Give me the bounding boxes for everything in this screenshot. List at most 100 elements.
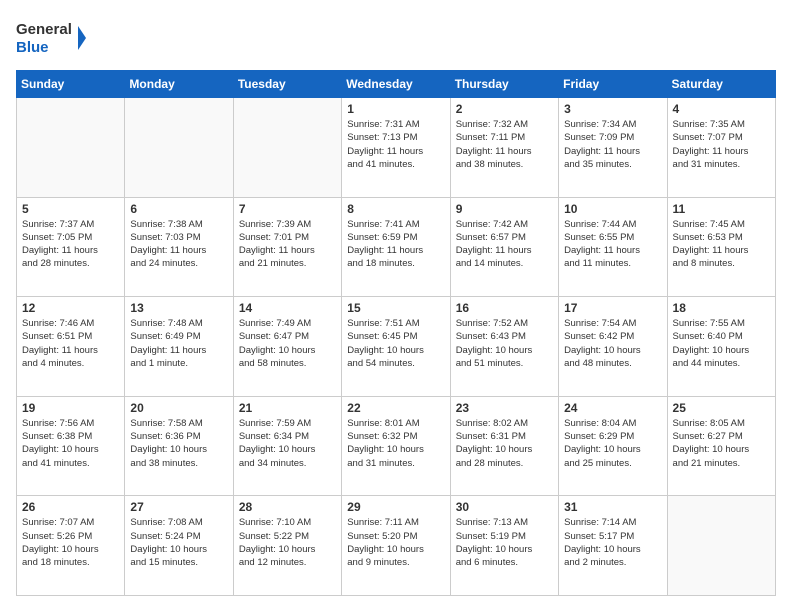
day-info: Sunrise: 7:45 AM Sunset: 6:53 PM Dayligh…	[673, 218, 770, 271]
calendar-cell: 18 Sunrise: 7:55 AM Sunset: 6:40 PM Dayli…	[667, 297, 775, 397]
day-info: Sunrise: 7:08 AM Sunset: 5:24 PM Dayligh…	[130, 516, 227, 569]
day-info: Sunrise: 7:58 AM Sunset: 6:36 PM Dayligh…	[130, 417, 227, 470]
day-info: Sunrise: 7:59 AM Sunset: 6:34 PM Dayligh…	[239, 417, 336, 470]
day-number: 8	[347, 202, 444, 216]
logo: General Blue	[16, 16, 86, 60]
day-info: Sunrise: 7:42 AM Sunset: 6:57 PM Dayligh…	[456, 218, 553, 271]
calendar-cell: 20Sunrise: 7:58 AM Sunset: 6:36 PM Dayli…	[125, 396, 233, 496]
weekday-header-monday: Monday	[125, 71, 233, 98]
calendar-cell: 21 Sunrise: 7:59 AM Sunset: 6:34 PM Dayli…	[233, 396, 341, 496]
day-info: Sunrise: 7:31 AM Sunset: 7:13 PM Dayligh…	[347, 118, 444, 171]
day-number: 5	[22, 202, 119, 216]
day-info: Sunrise: 7:10 AM Sunset: 5:22 PM Dayligh…	[239, 516, 336, 569]
calendar-cell	[233, 98, 341, 198]
day-info: Sunrise: 7:38 AM Sunset: 7:03 PM Dayligh…	[130, 218, 227, 271]
calendar-cell: 29Sunrise: 7:11 AM Sunset: 5:20 PM Dayli…	[342, 496, 450, 596]
weekday-header-tuesday: Tuesday	[233, 71, 341, 98]
calendar-cell	[17, 98, 125, 198]
day-number: 13	[130, 301, 227, 315]
svg-text:Blue: Blue	[16, 39, 49, 56]
calendar-cell: 22Sunrise: 8:01 AM Sunset: 6:32 PM Dayli…	[342, 396, 450, 496]
day-info: Sunrise: 8:02 AM Sunset: 6:31 PM Dayligh…	[456, 417, 553, 470]
day-info: Sunrise: 7:56 AM Sunset: 6:38 PM Dayligh…	[22, 417, 119, 470]
week-row-3: 12 Sunrise: 7:46 AM Sunset: 6:51 PM Dayli…	[17, 297, 776, 397]
calendar-cell: 26 Sunrise: 7:07 AM Sunset: 5:26 PM Dayli…	[17, 496, 125, 596]
calendar-cell: 16 Sunrise: 7:52 AM Sunset: 6:43 PM Dayli…	[450, 297, 558, 397]
day-number: 4	[673, 102, 770, 116]
day-info: Sunrise: 7:48 AM Sunset: 6:49 PM Dayligh…	[130, 317, 227, 370]
day-number: 30	[456, 500, 553, 514]
weekday-header-sunday: Sunday	[17, 71, 125, 98]
day-number: 27	[130, 500, 227, 514]
day-info: Sunrise: 7:32 AM Sunset: 7:11 PM Dayligh…	[456, 118, 553, 171]
week-row-2: 5 Sunrise: 7:37 AM Sunset: 7:05 PM Daylig…	[17, 197, 776, 297]
page: General Blue SundayMondayTuesdayWednesda…	[0, 0, 792, 612]
day-number: 29	[347, 500, 444, 514]
day-number: 17	[564, 301, 661, 315]
day-info: Sunrise: 7:51 AM Sunset: 6:45 PM Dayligh…	[347, 317, 444, 370]
day-number: 26	[22, 500, 119, 514]
calendar-cell: 23 Sunrise: 8:02 AM Sunset: 6:31 PM Dayli…	[450, 396, 558, 496]
day-info: Sunrise: 8:04 AM Sunset: 6:29 PM Dayligh…	[564, 417, 661, 470]
day-number: 21	[239, 401, 336, 415]
calendar-cell: 10 Sunrise: 7:44 AM Sunset: 6:55 PM Dayli…	[559, 197, 667, 297]
day-number: 9	[456, 202, 553, 216]
calendar-table: SundayMondayTuesdayWednesdayThursdayFrid…	[16, 70, 776, 596]
calendar-cell: 28 Sunrise: 7:10 AM Sunset: 5:22 PM Dayli…	[233, 496, 341, 596]
weekday-header-friday: Friday	[559, 71, 667, 98]
day-number: 10	[564, 202, 661, 216]
day-number: 11	[673, 202, 770, 216]
day-number: 6	[130, 202, 227, 216]
day-info: Sunrise: 7:44 AM Sunset: 6:55 PM Dayligh…	[564, 218, 661, 271]
calendar-cell: 8Sunrise: 7:41 AM Sunset: 6:59 PM Daylig…	[342, 197, 450, 297]
day-number: 25	[673, 401, 770, 415]
day-info: Sunrise: 7:13 AM Sunset: 5:19 PM Dayligh…	[456, 516, 553, 569]
day-info: Sunrise: 7:46 AM Sunset: 6:51 PM Dayligh…	[22, 317, 119, 370]
calendar-cell: 31 Sunrise: 7:14 AM Sunset: 5:17 PM Dayli…	[559, 496, 667, 596]
calendar-cell: 17 Sunrise: 7:54 AM Sunset: 6:42 PM Dayli…	[559, 297, 667, 397]
day-number: 23	[456, 401, 553, 415]
calendar-cell: 12 Sunrise: 7:46 AM Sunset: 6:51 PM Dayli…	[17, 297, 125, 397]
day-number: 31	[564, 500, 661, 514]
day-info: Sunrise: 7:55 AM Sunset: 6:40 PM Dayligh…	[673, 317, 770, 370]
day-info: Sunrise: 7:37 AM Sunset: 7:05 PM Dayligh…	[22, 218, 119, 271]
day-number: 2	[456, 102, 553, 116]
day-number: 24	[564, 401, 661, 415]
header: General Blue	[16, 16, 776, 60]
calendar-cell: 13 Sunrise: 7:48 AM Sunset: 6:49 PM Dayli…	[125, 297, 233, 397]
calendar-cell: 1 Sunrise: 7:31 AM Sunset: 7:13 PM Daylig…	[342, 98, 450, 198]
day-number: 28	[239, 500, 336, 514]
calendar-cell: 19 Sunrise: 7:56 AM Sunset: 6:38 PM Dayli…	[17, 396, 125, 496]
day-info: Sunrise: 7:35 AM Sunset: 7:07 PM Dayligh…	[673, 118, 770, 171]
calendar-cell: 7Sunrise: 7:39 AM Sunset: 7:01 PM Daylig…	[233, 197, 341, 297]
day-info: Sunrise: 7:52 AM Sunset: 6:43 PM Dayligh…	[456, 317, 553, 370]
day-info: Sunrise: 7:07 AM Sunset: 5:26 PM Dayligh…	[22, 516, 119, 569]
calendar-cell: 11 Sunrise: 7:45 AM Sunset: 6:53 PM Dayli…	[667, 197, 775, 297]
calendar-cell: 24 Sunrise: 8:04 AM Sunset: 6:29 PM Dayli…	[559, 396, 667, 496]
day-number: 19	[22, 401, 119, 415]
day-number: 3	[564, 102, 661, 116]
day-number: 12	[22, 301, 119, 315]
week-row-4: 19 Sunrise: 7:56 AM Sunset: 6:38 PM Dayli…	[17, 396, 776, 496]
day-info: Sunrise: 8:01 AM Sunset: 6:32 PM Dayligh…	[347, 417, 444, 470]
calendar-cell: 6 Sunrise: 7:38 AM Sunset: 7:03 PM Daylig…	[125, 197, 233, 297]
logo-svg: General Blue	[16, 16, 86, 60]
day-number: 1	[347, 102, 444, 116]
calendar-cell: 14 Sunrise: 7:49 AM Sunset: 6:47 PM Dayli…	[233, 297, 341, 397]
week-row-5: 26 Sunrise: 7:07 AM Sunset: 5:26 PM Dayli…	[17, 496, 776, 596]
day-info: Sunrise: 7:14 AM Sunset: 5:17 PM Dayligh…	[564, 516, 661, 569]
calendar-cell: 15 Sunrise: 7:51 AM Sunset: 6:45 PM Dayli…	[342, 297, 450, 397]
day-number: 16	[456, 301, 553, 315]
week-row-1: 1 Sunrise: 7:31 AM Sunset: 7:13 PM Daylig…	[17, 98, 776, 198]
day-info: Sunrise: 7:49 AM Sunset: 6:47 PM Dayligh…	[239, 317, 336, 370]
day-number: 15	[347, 301, 444, 315]
day-number: 14	[239, 301, 336, 315]
weekday-header-row: SundayMondayTuesdayWednesdayThursdayFrid…	[17, 71, 776, 98]
svg-text:General: General	[16, 21, 72, 38]
calendar-cell: 30 Sunrise: 7:13 AM Sunset: 5:19 PM Dayli…	[450, 496, 558, 596]
calendar-cell: 4 Sunrise: 7:35 AM Sunset: 7:07 PM Daylig…	[667, 98, 775, 198]
day-number: 18	[673, 301, 770, 315]
calendar-cell	[667, 496, 775, 596]
day-info: Sunrise: 7:54 AM Sunset: 6:42 PM Dayligh…	[564, 317, 661, 370]
day-info: Sunrise: 7:39 AM Sunset: 7:01 PM Dayligh…	[239, 218, 336, 271]
